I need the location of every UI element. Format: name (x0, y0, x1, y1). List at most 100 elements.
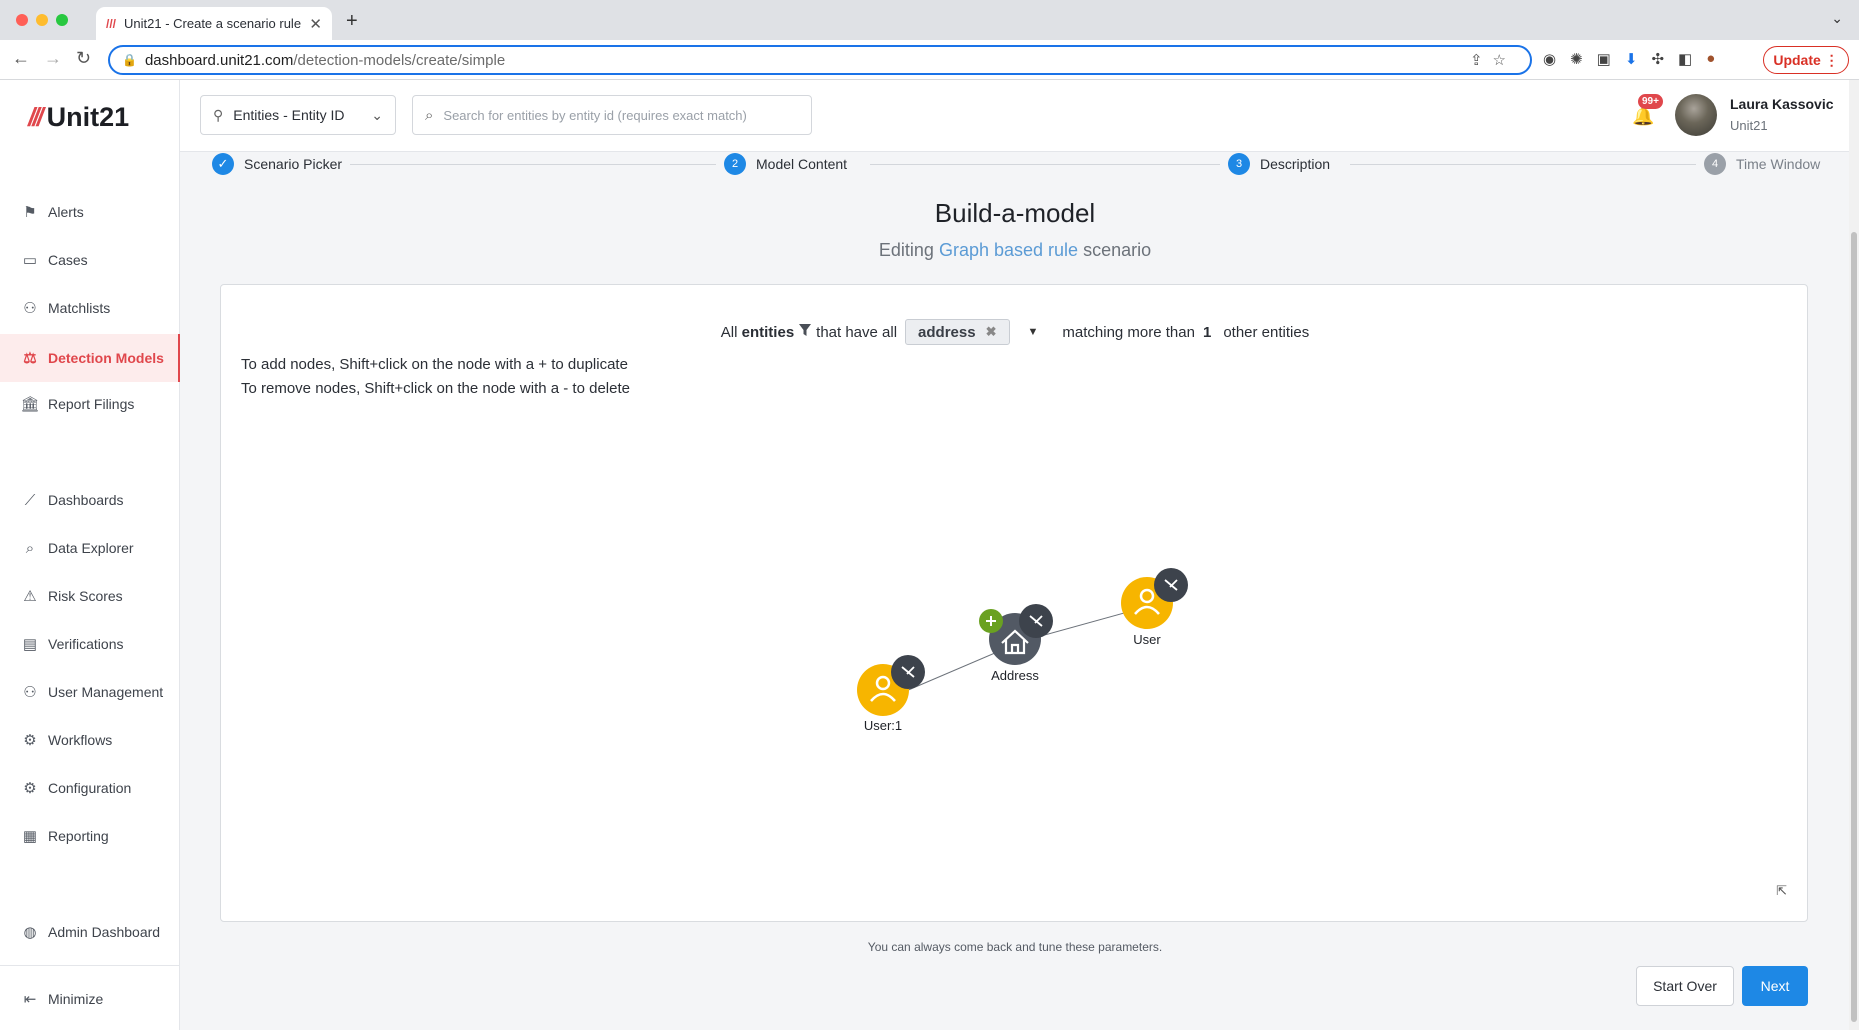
step-model-content[interactable]: 2 Model Content (716, 152, 856, 176)
browser-tab-bar: /// Unit21 - Create a scenario rule ✕ + … (0, 0, 1859, 40)
forward-arrow-icon[interactable]: → (44, 48, 62, 69)
back-arrow-icon[interactable]: ← (12, 48, 30, 69)
step-number: 4 (1704, 153, 1726, 175)
start-over-button[interactable]: Start Over (1636, 966, 1734, 1006)
sidepanel-icon[interactable]: ◧ (1678, 50, 1692, 68)
maximize-window-button[interactable] (56, 14, 68, 26)
sidebar-item-label: Risk Scores (48, 588, 123, 604)
next-button[interactable]: Next (1742, 966, 1808, 1006)
sidebar-item-label: Admin Dashboard (48, 924, 161, 940)
sidebar-item-reporting[interactable]: ▦ Reporting (0, 814, 180, 858)
sidebar-item-cases[interactable]: ▭ Cases (0, 238, 180, 282)
sidebar-item-workflows[interactable]: ⚙ Workflows (0, 718, 180, 762)
sidebar-divider (0, 965, 180, 966)
search-icon: ⌕ (425, 106, 434, 124)
sidebar-item-label: Workflows (48, 732, 113, 748)
entity-search-input[interactable] (443, 107, 799, 123)
sidebar: /// Unit21 ⚑ Alerts ▭ Cases ⚇ Matchlists ⚖ D… (0, 80, 180, 1030)
graph-node-user[interactable]: User (1121, 568, 1188, 647)
sidebar-item-dashboards[interactable]: ⟋ Dashboards (0, 478, 180, 522)
sidebar-item-data-explorer[interactable]: ⌕ Data Explorer (0, 526, 180, 570)
sidebar-item-admin-dashboard[interactable]: ◍ Admin Dashboard (0, 910, 180, 954)
chevron-down-icon[interactable]: ⌄ (1831, 10, 1843, 27)
extension-3-icon[interactable]: ▣ (1597, 50, 1611, 68)
reload-icon[interactable]: ↻ (76, 48, 91, 69)
step-label: Time Window (1736, 156, 1821, 172)
notification-badge: 99+ (1638, 94, 1663, 109)
node-label: User (1133, 632, 1161, 647)
page-title: Build-a-model (934, 198, 1096, 228)
scrollbar-thumb[interactable] (1851, 232, 1857, 1022)
gear-icon: ⚙ (23, 780, 37, 797)
minimize-sidebar-button[interactable]: ⇤ Minimize (0, 977, 180, 1021)
step-label: Description (1260, 156, 1331, 172)
sidebar-item-label: Alerts (48, 204, 84, 220)
step-scenario-picker[interactable]: ✓ Scenario Picker (212, 152, 351, 176)
user-icon: ⚲ (213, 106, 224, 123)
search-table-icon: ⌕ (25, 539, 35, 557)
collapse-arrow-icon: ⇤ (23, 991, 37, 1008)
user-name: Laura Kassovic (1730, 96, 1834, 112)
graph-node-address[interactable]: Address (979, 604, 1053, 683)
step-label: Model Content (756, 156, 848, 172)
minimize-window-button[interactable] (36, 14, 48, 26)
step-connector (346, 164, 721, 165)
tab-title: Unit21 - Create a scenario rule (124, 16, 302, 31)
download-icon[interactable]: ⬇ (1625, 50, 1638, 68)
new-tab-button[interactable]: + (346, 10, 358, 33)
bell-icon[interactable]: 🔔 (1632, 106, 1654, 127)
extension-2-icon[interactable]: ✺ (1570, 50, 1583, 68)
report-icon: ▦ (22, 828, 38, 845)
sidebar-item-label: User Management (48, 684, 164, 700)
user-org: Unit21 (1730, 118, 1768, 133)
sidebar-item-label: Matchlists (48, 300, 111, 316)
step-number: 3 (1228, 153, 1250, 175)
sidebar-item-label: Cases (48, 252, 88, 268)
sidebar-item-risk-scores[interactable]: ⚠ Risk Scores (0, 574, 180, 618)
node-label: Address (991, 668, 1039, 683)
puzzle-icon[interactable]: ✣ (1651, 50, 1664, 68)
entity-type-select[interactable]: ⚲ Entities - Entity ID ⌄ (200, 95, 396, 135)
graph-node-user-1[interactable]: User:1 (857, 655, 925, 733)
sidebar-item-alerts[interactable]: ⚑ Alerts (0, 190, 180, 234)
user-x-icon: ⚇ (23, 300, 37, 317)
sidebar-item-label: Detection Models (48, 350, 164, 366)
logo-text: Unit21 (46, 102, 130, 132)
url-host: dashboard.unit21.com (144, 51, 294, 69)
sidebar-item-detection-models[interactable]: ⚖ Detection Models (0, 334, 180, 382)
browser-update-button[interactable]: Update ⋮ (1763, 46, 1849, 74)
step-time-window[interactable]: 4 Time Window (1696, 152, 1829, 176)
page-scrollbar[interactable] (1849, 80, 1859, 1030)
top-bar: ⚲ Entities - Entity ID ⌄ ⌕ 🔔 99+ Laura K… (180, 80, 1859, 152)
sidebar-item-report-filings[interactable]: 🏛 Report Filings (0, 382, 180, 426)
step-number: 2 (724, 153, 746, 175)
workflow-icon: ⚙ (23, 732, 37, 749)
scenario-type-link[interactable]: Graph based rule (939, 240, 1078, 260)
scale-icon: ⚖ (23, 350, 37, 367)
sidebar-item-verifications[interactable]: ▤ Verifications (0, 622, 180, 666)
url-input[interactable]: 🔒 dashboard.unit21.com/detection-models/… (108, 45, 1532, 75)
share-star-icons[interactable]: ⇪☆ (1470, 51, 1516, 69)
extension-1-icon[interactable]: ◉ (1543, 50, 1556, 68)
sidebar-item-matchlists[interactable]: ⚇ Matchlists (0, 286, 180, 330)
users-icon: ⚇ (23, 684, 37, 701)
sidebar-item-configuration[interactable]: ⚙ Configuration (0, 766, 180, 810)
avatar[interactable] (1675, 94, 1717, 136)
close-icon[interactable]: ✕ (309, 15, 322, 33)
subtitle-prefix: Editing (878, 240, 934, 260)
extension-icons: ◉ ✺ ▣ ⬇ ✣ ◧ ● (1543, 50, 1715, 68)
tuning-hint: You can always come back and tune these … (867, 940, 1163, 954)
sidebar-item-label: Data Explorer (48, 540, 134, 556)
minimize-label: Minimize (48, 991, 104, 1007)
sidebar-item-user-management[interactable]: ⚇ User Management (0, 670, 180, 714)
profile-icon[interactable]: ● (1706, 50, 1715, 68)
chart-line-icon: ⟋ (24, 491, 36, 509)
url-path: /detection-models/create/simple (293, 51, 506, 69)
browser-tab[interactable]: /// Unit21 - Create a scenario rule ✕ (96, 7, 332, 40)
entity-graph: User:1 Address User (857, 568, 1188, 733)
page-subtitle: Editing Graph based rule scenario (180, 240, 1850, 261)
step-description[interactable]: 3 Description (1220, 152, 1339, 176)
logo[interactable]: /// Unit21 (28, 102, 129, 133)
collapse-arrow-icon[interactable]: ⇱ (1776, 883, 1787, 899)
close-window-button[interactable] (16, 14, 28, 26)
